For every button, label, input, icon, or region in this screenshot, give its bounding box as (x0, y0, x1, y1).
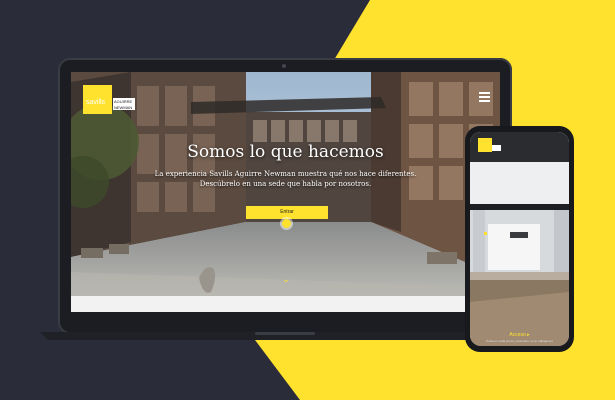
hotspot-icon[interactable] (282, 219, 291, 228)
access-label[interactable]: Acceso ▸ (470, 332, 569, 338)
laptop-screen: savills AGUIRRE NEWMAN Somos lo que hace… (71, 72, 500, 312)
enter-button[interactable]: Entrar (246, 206, 328, 219)
chevron-down-icon[interactable]: ⌄ (278, 275, 294, 285)
hero-title: Somos lo que hacemos (187, 142, 384, 162)
hero-subtitle-line2: Descúbrelo en una sede que habla por nos… (199, 180, 372, 188)
hero-subtitle: La experiencia Savills Aguirre Newman mu… (151, 169, 420, 189)
phone-frame: Acceso ▸ Pulsa en cada punto y descubre … (465, 126, 574, 352)
phone-screen: Acceso ▸ Pulsa en cada punto y descubre … (470, 132, 569, 346)
laptop-camera (282, 64, 286, 68)
laptop-frame: savills AGUIRRE NEWMAN Somos lo que hace… (58, 58, 512, 334)
savills-logo[interactable]: savills (83, 85, 112, 114)
office-photo[interactable] (470, 132, 569, 346)
hero-subtitle-line1: La experiencia Savills Aguirre Newman mu… (154, 170, 417, 178)
logo-sub-line2: NEWMAN (114, 105, 133, 110)
access-hint: Pulsa en cada punto y descubre como trab… (486, 339, 553, 343)
page-content-band (71, 296, 500, 312)
logo-sub-line1: AGUIRRE (114, 99, 133, 104)
logo-text: savills (86, 99, 106, 106)
aguirre-newman-logo: AGUIRRE NEWMAN (113, 98, 135, 110)
phone-aguirre-newman-logo (492, 145, 501, 151)
laptop-base (40, 332, 530, 340)
hamburger-icon[interactable] (479, 92, 490, 102)
phone-savills-logo[interactable] (478, 138, 492, 152)
